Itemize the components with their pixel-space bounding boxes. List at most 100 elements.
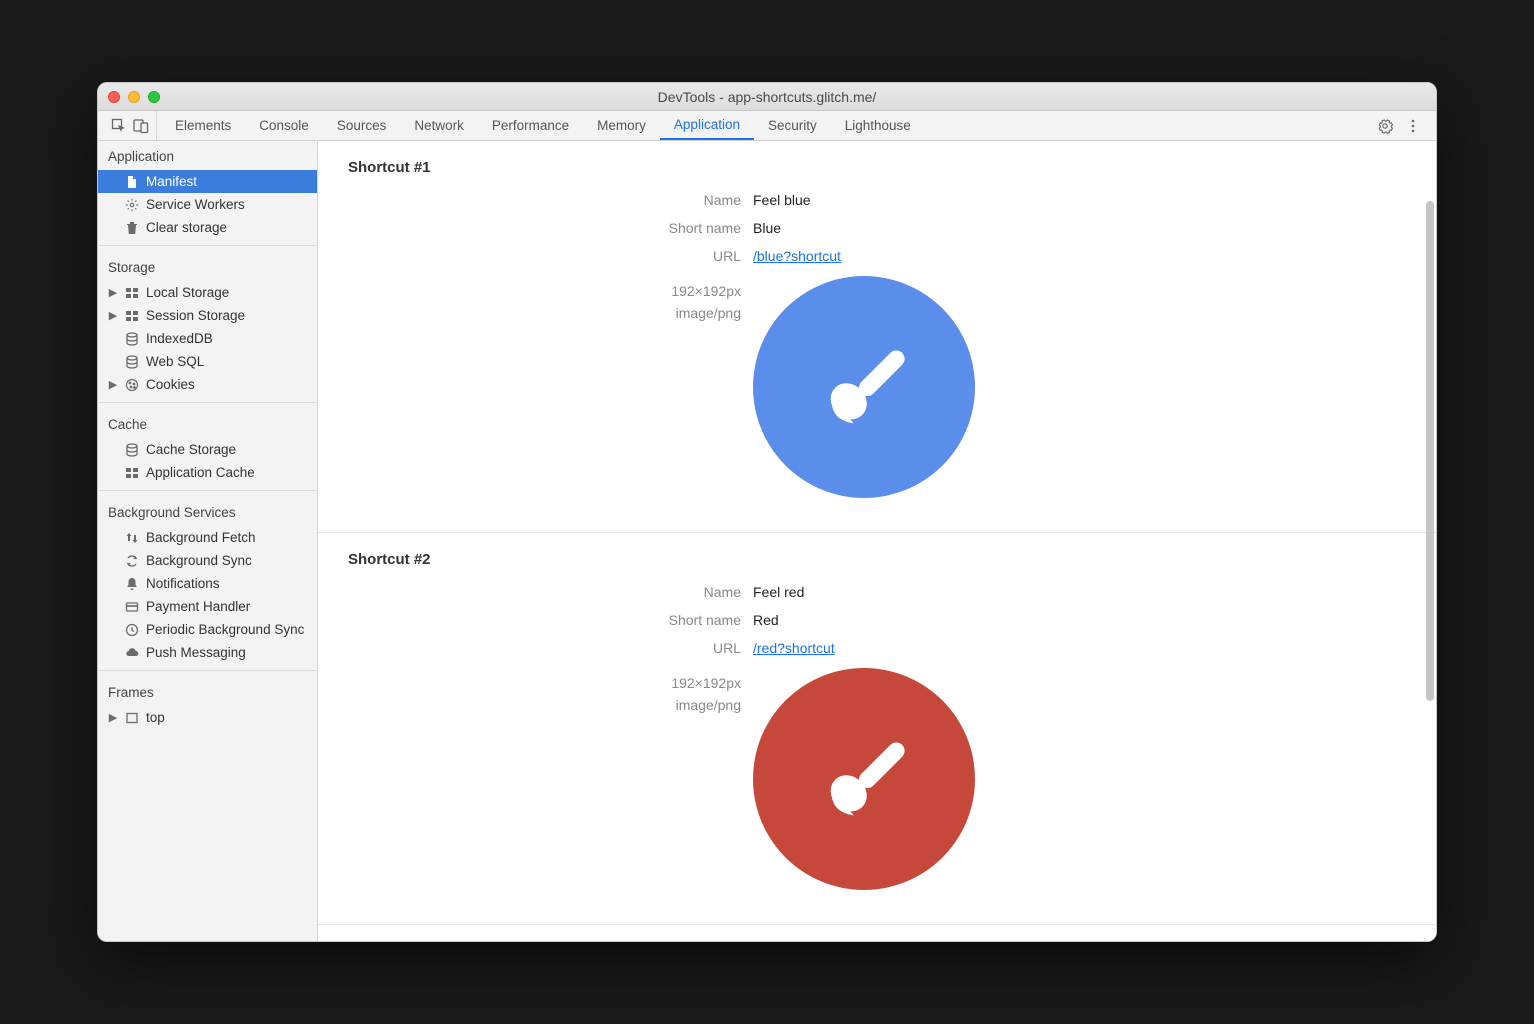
field-label: Name [318,192,753,208]
field-label: Short name [318,612,753,628]
sidebar-item-push-messaging[interactable]: Push Messaging [98,641,317,664]
sidebar-item-payment-handler[interactable]: Payment Handler [98,595,317,618]
tab-lighthouse[interactable]: Lighthouse [831,111,925,140]
sidebar-item-cookies[interactable]: ▶ Cookies [98,373,317,396]
db-icon [124,443,140,457]
tab-sources[interactable]: Sources [323,111,401,140]
frame-icon [124,711,140,725]
sidebar-item-label: Manifest [146,174,197,189]
cookie-icon [124,378,140,392]
sidebar-item-cache-storage[interactable]: Cache Storage [98,438,317,461]
field-label: URL [318,640,753,656]
toolbar-right [1368,117,1430,135]
sidebar-item-label: IndexedDB [146,331,213,346]
tab-application[interactable]: Application [660,111,754,140]
inspect-element-icon[interactable] [110,117,128,135]
icon-meta: 192×192pximage/png [318,668,753,717]
field-label: URL [318,248,753,264]
card-icon [124,600,140,614]
panel-body: Application Manifest Service Workers Clear … [98,141,1436,941]
sidebar-item-label: Payment Handler [146,599,250,614]
field-value-url: /red?shortcut [753,640,835,656]
sidebar-item-application-cache[interactable]: Application Cache [98,461,317,484]
field-value-name: Feel red [753,584,804,600]
tab-network[interactable]: Network [400,111,478,140]
brush-icon [804,718,924,841]
sidebar-item-label: top [146,710,165,725]
expand-arrow-icon[interactable]: ▶ [108,309,118,322]
sidebar-item-label: Web SQL [146,354,204,369]
shortcut-heading: Shortcut #1 [318,159,1436,186]
sidebar-item-indexeddb[interactable]: IndexedDB [98,327,317,350]
clock-icon [124,623,140,637]
field-label: Short name [318,220,753,236]
updown-icon [124,531,140,545]
sidebar-section-application: Application [98,141,317,170]
expand-arrow-icon[interactable]: ▶ [108,286,118,299]
bell-icon [124,577,140,591]
toolbar-left [104,111,157,140]
application-content: Shortcut #1NameFeel blueShort nameBlueUR… [318,141,1436,941]
file-icon [124,175,140,189]
sidebar-item-label: Session Storage [146,308,245,323]
sidebar-item-local-storage[interactable]: ▶ Local Storage [98,281,317,304]
shortcut-icon-preview [753,668,975,890]
sidebar-item-label: Clear storage [146,220,227,235]
sidebar-item-label: Push Messaging [146,645,246,660]
titlebar: DevTools - app-shortcuts.glitch.me/ [98,83,1436,111]
expand-arrow-icon[interactable]: ▶ [108,711,118,724]
sidebar-item-background-fetch[interactable]: Background Fetch [98,526,317,549]
sidebar-item-label: Cookies [146,377,195,392]
devtools-tabbar: ElementsConsoleSourcesNetworkPerformance… [98,111,1436,141]
more-menu-icon[interactable] [1404,117,1422,135]
settings-icon[interactable] [1376,117,1394,135]
sidebar-item-notifications[interactable]: Notifications [98,572,317,595]
shortcut-url-link[interactable]: /blue?shortcut [753,248,841,264]
tab-elements[interactable]: Elements [161,111,245,140]
window-title: DevTools - app-shortcuts.glitch.me/ [98,89,1436,105]
cloud-icon [124,646,140,660]
sync-icon [124,554,140,568]
sidebar-item-label: Local Storage [146,285,229,300]
sidebar-item-service-workers[interactable]: Service Workers [98,193,317,216]
field-value-url: /blue?shortcut [753,248,841,264]
shortcut-url-link[interactable]: /red?shortcut [753,640,835,656]
sidebar-section-frames: Frames [98,677,317,706]
icon-meta: 192×192pximage/png [318,276,753,325]
sidebar-item-top[interactable]: ▶ top [98,706,317,729]
tab-memory[interactable]: Memory [583,111,660,140]
sidebar-item-label: Application Cache [146,465,255,480]
sidebar-item-background-sync[interactable]: Background Sync [98,549,317,572]
gear-icon [124,198,140,212]
grid-icon [124,286,140,300]
grid-icon [124,466,140,480]
shortcut-icon-preview [753,276,975,498]
field-value-shortname: Blue [753,220,781,236]
tab-performance[interactable]: Performance [478,111,583,140]
application-sidebar: Application Manifest Service Workers Clear … [98,141,318,941]
grid-icon [124,309,140,323]
device-toolbar-icon[interactable] [132,117,150,135]
tab-security[interactable]: Security [754,111,831,140]
sidebar-item-label: Periodic Background Sync [146,622,304,637]
shortcut-block: Shortcut #2NameFeel redShort nameRedURL/… [318,533,1436,925]
scrollbar[interactable] [1426,201,1434,701]
sidebar-item-periodic-background-sync[interactable]: Periodic Background Sync [98,618,317,641]
field-value-name: Feel blue [753,192,811,208]
sidebar-item-web-sql[interactable]: Web SQL [98,350,317,373]
sidebar-section-storage: Storage [98,252,317,281]
tab-console[interactable]: Console [245,111,323,140]
sidebar-item-clear-storage[interactable]: Clear storage [98,216,317,239]
sidebar-item-label: Notifications [146,576,220,591]
sidebar-item-label: Background Fetch [146,530,256,545]
brush-icon [804,326,924,449]
db-icon [124,332,140,346]
expand-arrow-icon[interactable]: ▶ [108,378,118,391]
trash-icon [124,221,140,235]
sidebar-item-session-storage[interactable]: ▶ Session Storage [98,304,317,327]
sidebar-item-label: Service Workers [146,197,245,212]
sidebar-item-label: Background Sync [146,553,252,568]
sidebar-item-manifest[interactable]: Manifest [98,170,317,193]
db-icon [124,355,140,369]
sidebar-section-background-services: Background Services [98,497,317,526]
